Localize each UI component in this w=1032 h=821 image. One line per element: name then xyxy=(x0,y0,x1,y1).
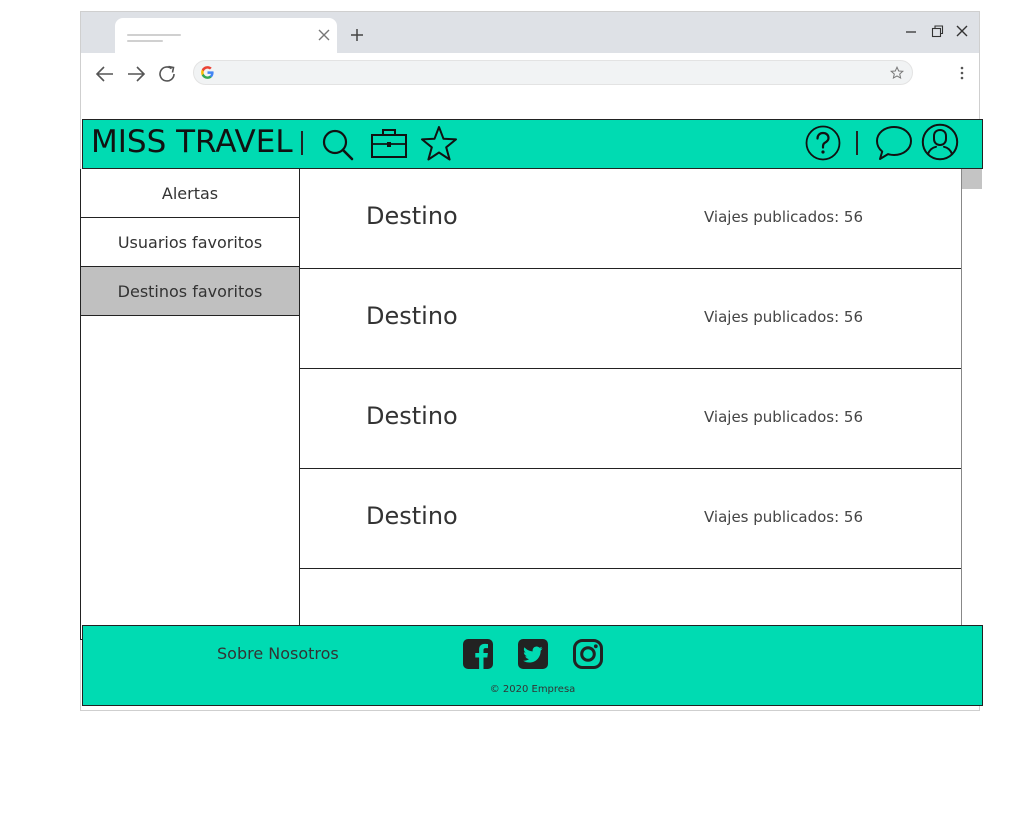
destination-name: Destino xyxy=(366,202,458,230)
help-icon[interactable] xyxy=(805,125,841,161)
brand-logo[interactable]: MISS TRAVEL xyxy=(91,124,293,160)
tab-strip xyxy=(81,12,979,53)
sidebar-item-destinos-favoritos[interactable]: Destinos favoritos xyxy=(81,267,299,316)
facebook-icon[interactable] xyxy=(462,638,494,670)
about-us-link[interactable]: Sobre Nosotros xyxy=(217,644,339,663)
list-item[interactable]: Destino Viajes publicados: 56 xyxy=(300,369,961,469)
sidebar: Alertas Usuarios favoritos Destinos favo… xyxy=(80,169,300,640)
header-divider xyxy=(856,131,858,155)
scrollbar-thumb[interactable] xyxy=(962,169,982,189)
minimize-icon[interactable] xyxy=(903,23,919,39)
sidebar-item-alertas[interactable]: Alertas xyxy=(81,169,299,218)
destinations-list: Destino Viajes publicados: 56 Destino Vi… xyxy=(300,169,962,629)
list-item[interactable]: Destino Viajes publicados: 56 xyxy=(300,269,961,369)
trips-published-count: Viajes publicados: 56 xyxy=(704,208,864,226)
maximize-icon[interactable] xyxy=(929,23,945,39)
reload-icon[interactable] xyxy=(157,64,179,84)
tab-title-placeholder xyxy=(127,34,181,36)
new-tab-icon[interactable] xyxy=(347,25,367,45)
instagram-icon[interactable] xyxy=(572,638,604,670)
forward-icon[interactable] xyxy=(125,64,147,84)
address-bar[interactable] xyxy=(193,60,913,85)
browser-tab[interactable] xyxy=(115,18,337,53)
bookmark-star-icon[interactable] xyxy=(890,66,904,80)
trips-published-count: Viajes publicados: 56 xyxy=(704,508,864,526)
close-tab-icon[interactable] xyxy=(315,26,333,44)
tab-title-placeholder xyxy=(127,40,163,42)
browser-toolbar xyxy=(81,53,979,93)
twitter-icon[interactable] xyxy=(517,638,549,670)
copyright-text: © 2020 Empresa xyxy=(489,684,576,695)
close-window-icon[interactable] xyxy=(954,23,970,39)
destination-name: Destino xyxy=(366,302,458,330)
site-footer: Sobre Nosotros © 2020 Empresa xyxy=(82,625,983,706)
search-icon[interactable] xyxy=(321,128,355,162)
site-header: MISS TRAVEL xyxy=(82,119,983,169)
scrollbar[interactable] xyxy=(962,169,982,629)
trips-published-count: Viajes publicados: 56 xyxy=(704,408,864,426)
star-icon[interactable] xyxy=(420,125,458,163)
list-item[interactable]: Destino Viajes publicados: 56 xyxy=(300,469,961,569)
trips-published-count: Viajes publicados: 56 xyxy=(704,308,864,326)
back-icon[interactable] xyxy=(94,64,116,84)
destination-name: Destino xyxy=(366,402,458,430)
browser-menu-icon[interactable] xyxy=(959,66,965,80)
user-icon[interactable] xyxy=(921,123,959,161)
briefcase-icon[interactable] xyxy=(370,126,408,160)
chat-icon[interactable] xyxy=(875,125,913,161)
destination-name: Destino xyxy=(366,502,458,530)
google-icon xyxy=(201,66,214,79)
sidebar-item-usuarios-favoritos[interactable]: Usuarios favoritos xyxy=(81,218,299,267)
list-item[interactable]: Destino Viajes publicados: 56 xyxy=(300,169,961,269)
header-divider xyxy=(301,131,303,155)
